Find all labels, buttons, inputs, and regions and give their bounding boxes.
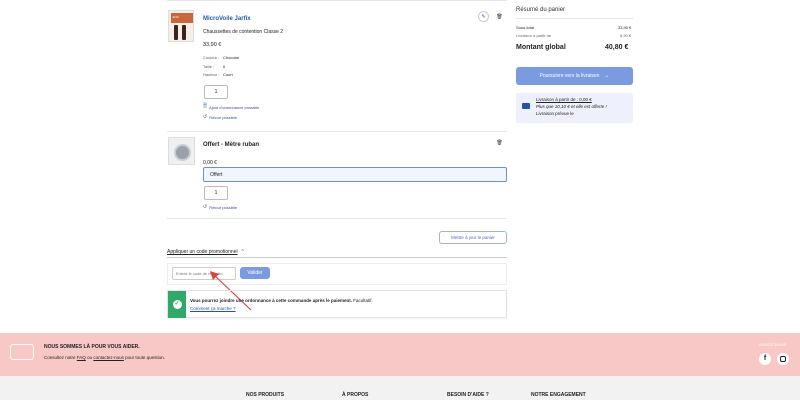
facebook-icon[interactable]: f bbox=[759, 353, 771, 365]
footer-col-products[interactable]: NOS PRODUITS bbox=[246, 392, 284, 398]
trash-icon: 🗑 bbox=[496, 13, 503, 20]
checkout-button-label: Poursuivre vers la livraison bbox=[539, 73, 600, 79]
subtotal-label: Sous-total bbox=[516, 25, 535, 30]
promo-toggle-label[interactable]: Appliquer un code promotionnel bbox=[167, 249, 238, 255]
arrow-right-icon: → bbox=[603, 73, 610, 79]
chat-bubble-icon bbox=[10, 344, 34, 360]
footer-col-commitment[interactable]: NOTRE ENGAGEMENT bbox=[531, 392, 586, 398]
total-value: 40,80 € bbox=[605, 44, 629, 51]
faq-link[interactable]: FAQ bbox=[77, 355, 86, 360]
return-icon: ↺ bbox=[203, 114, 208, 120]
attribute-size-value: II bbox=[223, 64, 226, 69]
pencil-icon: ✎ bbox=[481, 13, 486, 20]
gift-quantity-input[interactable]: 1 bbox=[204, 186, 228, 200]
truck-icon bbox=[522, 103, 530, 109]
delivery-line-1: Livraison à partir de : 0,00 € bbox=[536, 97, 592, 102]
notice-link[interactable]: Comment ça marche ? bbox=[190, 306, 236, 311]
item-separator bbox=[167, 131, 507, 132]
shipping-label: Livraison à partir de bbox=[516, 33, 552, 38]
notice-text: Vous pourrez joindre une ordonnance à ce… bbox=[190, 298, 373, 303]
attribute-color-value: Chocolat bbox=[223, 55, 239, 60]
chevron-up-icon: ⌃ bbox=[240, 249, 245, 255]
total-label: Montant global bbox=[516, 44, 566, 51]
notice-bold: Vous pourrez joindre une ordonnance à ce… bbox=[190, 298, 352, 303]
gift-price: 0,00 € bbox=[203, 160, 217, 166]
subtotal-value: 33,90 € bbox=[618, 25, 632, 30]
document-icon: 🗎 bbox=[203, 103, 208, 109]
gift-return-text: Retour possible bbox=[209, 204, 237, 210]
product-thumbnail[interactable]: Jarfix bbox=[168, 10, 194, 42]
delete-gift-button[interactable]: 🗑 bbox=[494, 137, 505, 148]
prescription-link[interactable]: Ajout d'ordonnance possible bbox=[209, 105, 259, 110]
gift-select-value: Offert bbox=[210, 171, 223, 178]
footer-col-help[interactable]: BESOIN D'AIDE ? bbox=[447, 392, 489, 398]
follow-label: SUIVEZ-NOUS bbox=[759, 342, 787, 347]
attribute-color-label: Couleur : bbox=[203, 55, 220, 60]
return-row: ↺ Retour possible bbox=[203, 114, 237, 120]
update-cart-button[interactable]: Mettre à jour le panier bbox=[439, 231, 507, 244]
return-text: Retour possible bbox=[209, 114, 237, 120]
help-text-before: Consultez notre bbox=[44, 355, 76, 360]
top-separator bbox=[167, 0, 507, 1]
product-thumbnail-tape[interactable] bbox=[168, 137, 195, 165]
attribute-size-label: Taille : bbox=[203, 64, 215, 69]
promo-toggle[interactable]: Appliquer un code promotionnel ⌃ bbox=[167, 249, 245, 255]
edit-button[interactable]: ✎ bbox=[478, 11, 489, 22]
attribute-height-value: Court bbox=[223, 72, 233, 77]
gift-select[interactable]: Offert bbox=[203, 167, 507, 182]
contact-link[interactable]: contactez-nous bbox=[93, 355, 124, 360]
product-title[interactable]: MicroVoile Jarfix bbox=[203, 16, 251, 22]
delivery-info-box: Livraison à partir de : 0,00 € Plus que … bbox=[516, 93, 633, 123]
checkout-button[interactable]: Poursuivre vers la livraison → bbox=[516, 67, 633, 85]
gift-title: Offert - Mètre ruban bbox=[203, 142, 260, 148]
footer bbox=[0, 376, 800, 400]
delivery-line-2: Plus que 10,10 € et elle est offerte ! bbox=[536, 104, 607, 109]
check-circle-icon: ✓ bbox=[172, 300, 182, 309]
item-separator-2 bbox=[167, 218, 507, 219]
prescription-notice: ✓ Vous pourrez joindre une ordonnance à … bbox=[167, 290, 507, 318]
footer-col-about[interactable]: À PROPOS bbox=[342, 392, 368, 398]
product-subtitle: Chaussettes de contention Classe 2 bbox=[203, 29, 284, 35]
gift-return-row: ↺ Retour possible bbox=[203, 204, 237, 210]
delete-button[interactable]: 🗑 bbox=[494, 11, 505, 22]
notice-optional: Facultatif. bbox=[353, 298, 373, 303]
attribute-height-label: Hauteur : bbox=[203, 72, 220, 77]
prescription-row[interactable]: 🗎 Ajout d'ordonnance possible bbox=[203, 103, 259, 111]
help-heading: NOUS SOMMES LÀ POUR VOUS AIDER. bbox=[44, 344, 140, 350]
summary-title: Résumé du panier bbox=[516, 7, 566, 13]
notice-accent: ✓ bbox=[168, 291, 186, 318]
trash-icon: 🗑 bbox=[496, 139, 503, 146]
summary-separator bbox=[516, 18, 633, 19]
help-text-after: pour toute question. bbox=[125, 355, 165, 360]
shipping-value: 6,90 € bbox=[620, 33, 632, 38]
thumbnail-brand-label: Jarfix bbox=[172, 15, 180, 19]
help-band: NOUS SOMMES LÀ POUR VOUS AIDER. Consulte… bbox=[0, 333, 800, 376]
product-price: 33,90 € bbox=[203, 42, 222, 48]
help-text: Consultez notre FAQ ou contactez-nous po… bbox=[44, 355, 165, 360]
promo-separator bbox=[167, 257, 507, 258]
quantity-input[interactable]: 1 bbox=[204, 85, 228, 99]
delivery-line-3: Livraison prévue le bbox=[536, 111, 574, 116]
return-icon: ↺ bbox=[203, 204, 208, 210]
instagram-icon[interactable] bbox=[777, 353, 789, 365]
help-text-mid: ou bbox=[87, 355, 93, 360]
